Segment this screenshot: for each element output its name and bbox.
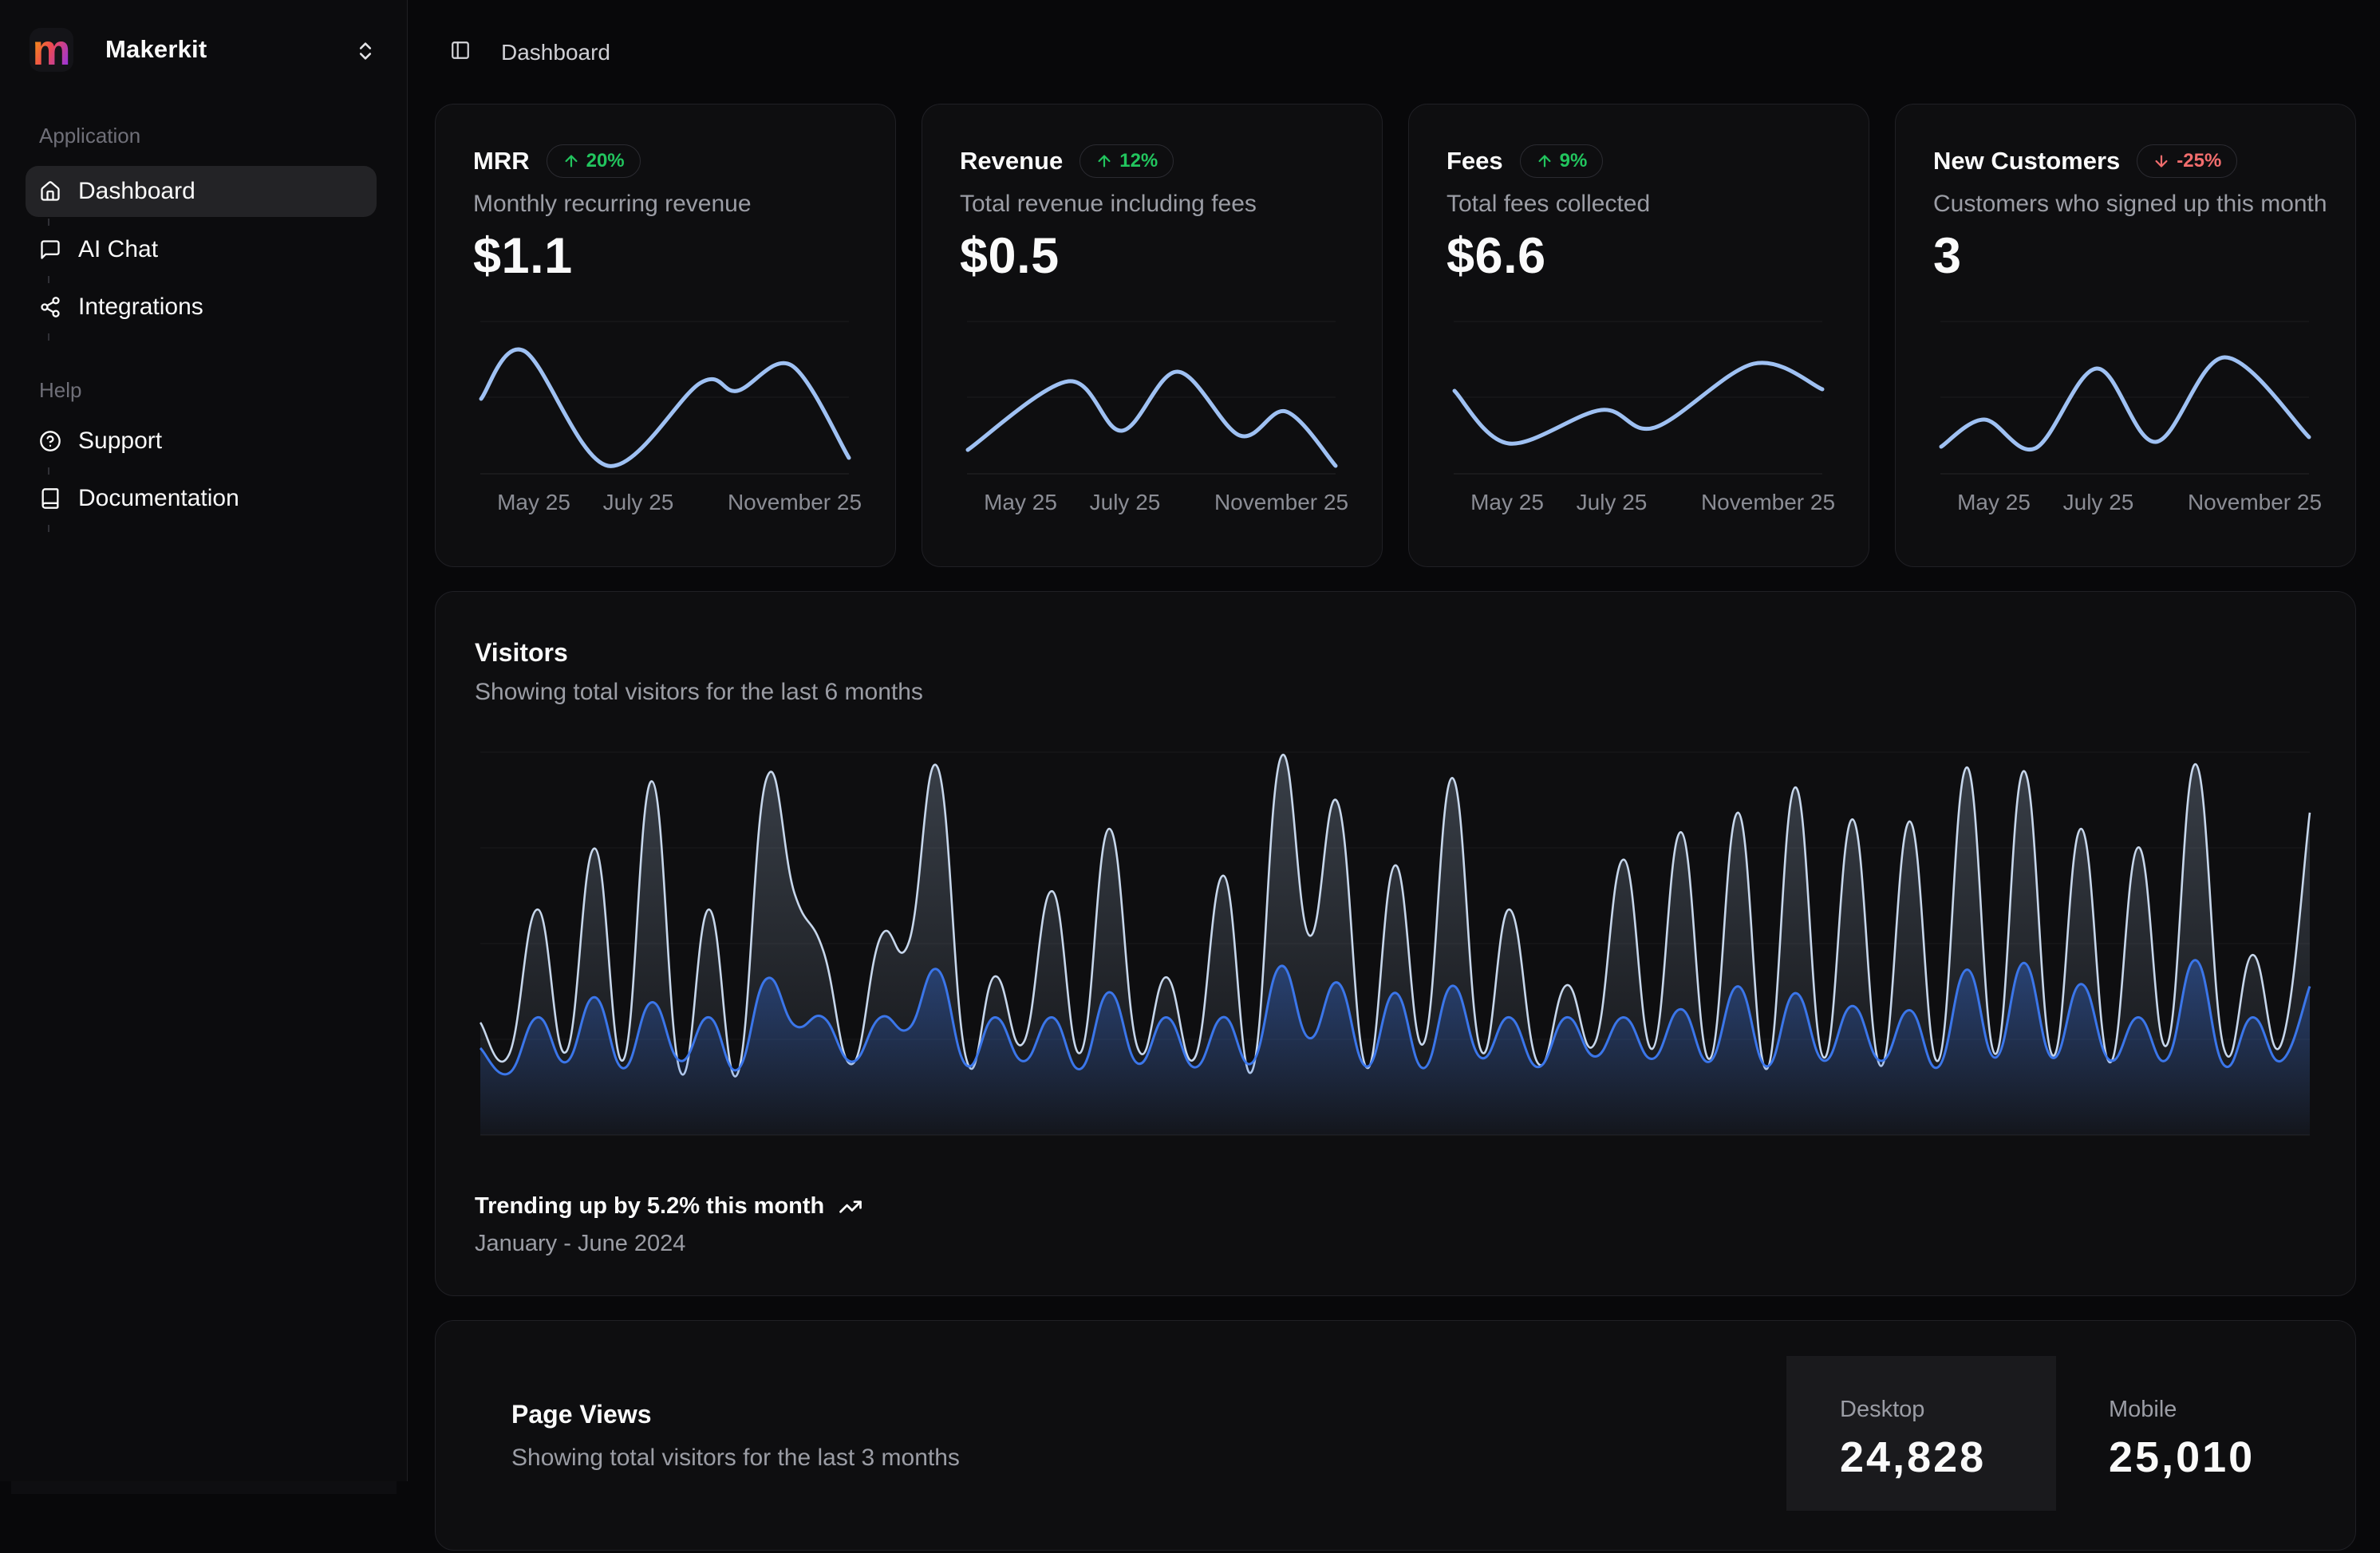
svg-text:m: m xyxy=(32,28,70,72)
